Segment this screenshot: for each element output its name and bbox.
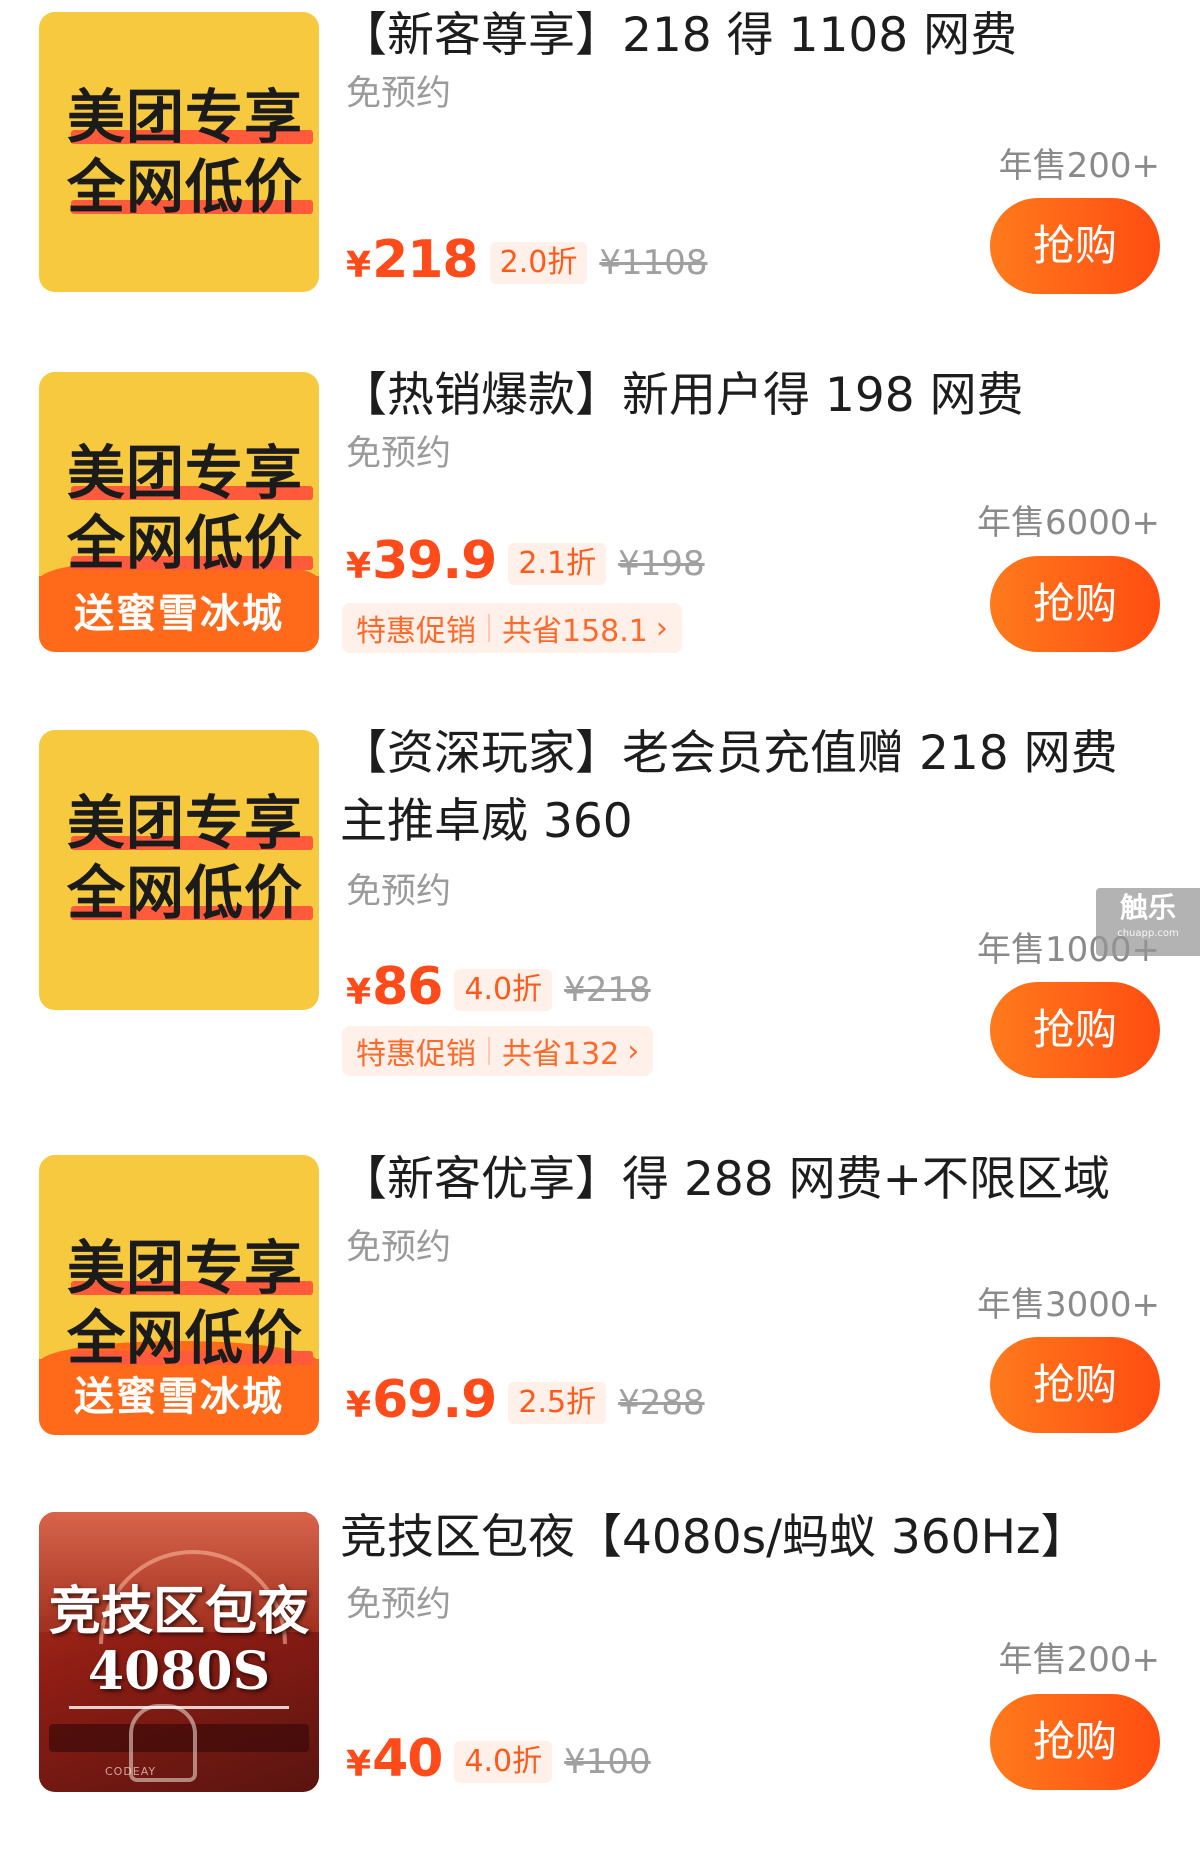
- watermark-logo: 触乐 chuapp.com: [1096, 888, 1200, 956]
- thumb-brand-text: CODEAY: [105, 1765, 157, 1778]
- watermark-site: chuapp.com: [1117, 928, 1179, 939]
- thumb-underline: [69, 1706, 289, 1709]
- reservation-label: 免预约: [346, 1585, 452, 1625]
- thumb-line-1: 美团专享: [67, 789, 314, 857]
- thumb-line-2: 全网低价: [67, 509, 314, 577]
- price-row: ¥40 4.0折 ¥100: [346, 1729, 651, 1795]
- deal-thumbnail[interactable]: CODEAY 竞技区包夜 4080S: [39, 1512, 319, 1792]
- thumb-line-1: 美团专享: [67, 1234, 314, 1302]
- thumb-promo-text: 美团专享 全网低价: [67, 1233, 314, 1373]
- thumb-line-1: 美团专享: [67, 439, 314, 507]
- thumb-promo-text: 美团专享 全网低价: [67, 82, 314, 222]
- thumb-line-2: 全网低价: [67, 153, 314, 221]
- thumb-line-2: 全网低价: [67, 859, 314, 927]
- price: ¥40: [346, 1729, 443, 1795]
- currency-symbol: ¥: [346, 1744, 371, 1785]
- watermark-name: 触乐: [1119, 891, 1176, 924]
- thumb-promo-text: 美团专享 全网低价: [67, 788, 314, 928]
- thumb-promo-text: 美团专享 全网低价: [67, 438, 314, 578]
- buy-button[interactable]: 抢购: [990, 1694, 1160, 1790]
- deal-title[interactable]: 竞技区包夜【4080s/蚂蚁 360Hz】: [340, 1504, 1170, 1572]
- thumb-line-2: 4080S: [87, 1641, 271, 1702]
- price-value: 40: [372, 1729, 443, 1789]
- original-price: ¥100: [564, 1742, 651, 1782]
- discount-badge: 4.0折: [454, 1741, 553, 1783]
- deal-list: 美团专享 全网低价 【新客尊享】218 得 1108 网费 免预约 年售200+…: [0, 0, 1200, 1850]
- thumb-line-2: 全网低价: [67, 1304, 314, 1372]
- thumb-line-1: 竞技区包夜: [48, 1581, 309, 1642]
- sold-count: 年售200+: [998, 1640, 1160, 1680]
- thumb-line-1: 美团专享: [67, 83, 314, 151]
